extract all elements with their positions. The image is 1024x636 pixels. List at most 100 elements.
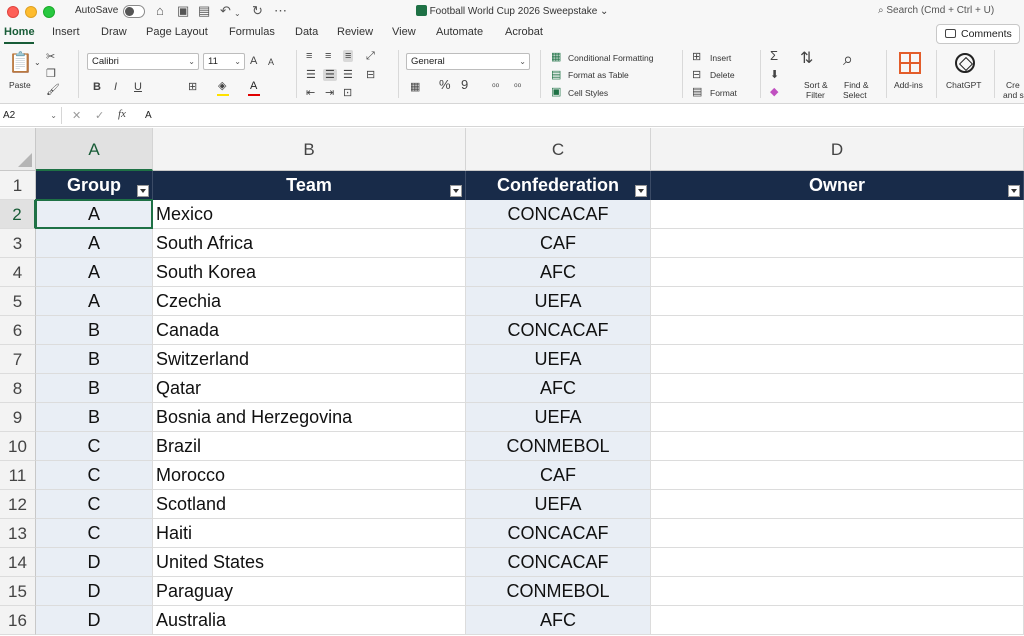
row-header-8[interactable]: 8 [0,374,36,403]
group-cell[interactable]: C [36,461,153,490]
find-select-icon[interactable]: ⌕ [843,49,853,69]
column-header-d[interactable]: D [651,128,1024,171]
row-header-11[interactable]: 11 [0,461,36,490]
team-cell[interactable]: Switzerland [153,345,466,374]
bold-button[interactable]: B [93,81,101,93]
group-cell[interactable]: A [36,258,153,287]
owner-cell[interactable] [651,374,1024,403]
column-header-c[interactable]: C [466,128,651,171]
clear-icon[interactable]: ◆ [770,86,778,98]
group-cell[interactable]: A [36,229,153,258]
group-cell[interactable]: D [36,577,153,606]
tab-insert[interactable]: Insert [52,26,80,38]
align-bottom-icon[interactable]: ≡ [343,50,354,62]
insert-function-icon[interactable]: fx [118,108,126,120]
paste-dropdown-icon[interactable]: ⌄ [34,57,41,69]
tab-acrobat[interactable]: Acrobat [505,26,543,38]
confederation-cell[interactable]: UEFA [466,403,651,432]
row-header-4[interactable]: 4 [0,258,36,287]
conditional-formatting-icon[interactable]: ▦ [551,51,561,63]
comments-button[interactable]: Comments [936,24,1020,44]
tab-data[interactable]: Data [295,26,318,38]
owner-cell[interactable] [651,200,1024,229]
create-label-2[interactable]: and s [1003,90,1024,100]
spreadsheet-grid[interactable]: A B C D 1 Group Team Confederation Owner 2 A Mexico… [0,128,1024,636]
row-header-9[interactable]: 9 [0,403,36,432]
chatgpt-label[interactable]: ChatGPT [946,80,981,90]
confederation-cell[interactable]: UEFA [466,345,651,374]
font-size-select[interactable]: 11 ⌄ [203,53,245,70]
team-cell[interactable]: Morocco [153,461,466,490]
align-left-icon[interactable]: ☰ [306,69,316,81]
group-cell[interactable]: C [36,432,153,461]
team-cell[interactable]: South Africa [153,229,466,258]
confederation-cell[interactable]: AFC [466,374,651,403]
filter-dropdown-icon[interactable] [450,185,462,197]
row-header-13[interactable]: 13 [0,519,36,548]
team-cell[interactable]: Australia [153,606,466,635]
team-cell[interactable]: South Korea [153,258,466,287]
fill-icon[interactable]: ⬇ [770,69,779,81]
team-cell[interactable]: United States [153,548,466,577]
format-cells-icon[interactable]: ▤ [692,86,702,98]
team-cell[interactable]: Brazil [153,432,466,461]
tab-page-layout[interactable]: Page Layout [146,26,208,38]
team-cell[interactable]: Haiti [153,519,466,548]
owner-cell[interactable] [651,229,1024,258]
format-cells-button[interactable]: Format [710,88,737,98]
tab-draw[interactable]: Draw [101,26,127,38]
row-header-1[interactable]: 1 [0,171,36,200]
row-header-2[interactable]: 2 [0,200,36,229]
tab-home[interactable]: Home [4,26,35,38]
find-select-label-2[interactable]: Select [843,90,867,100]
group-cell[interactable]: A [36,287,153,316]
group-cell[interactable]: B [36,374,153,403]
row-header-10[interactable]: 10 [0,432,36,461]
number-format-select[interactable]: General ⌄ [406,53,530,70]
table-header-confederation[interactable]: Confederation [466,171,651,200]
delete-cells-icon[interactable]: ⊟ [692,69,701,81]
filter-dropdown-icon[interactable] [137,185,149,197]
decrease-decimal-icon[interactable]: ⁰⁰ [514,81,521,93]
row-header-14[interactable]: 14 [0,548,36,577]
column-header-b[interactable]: B [153,128,466,171]
table-header-team[interactable]: Team [153,171,466,200]
sort-filter-label-2[interactable]: Filter [806,90,825,100]
confederation-cell[interactable]: CONCACAF [466,548,651,577]
owner-cell[interactable] [651,548,1024,577]
italic-button[interactable]: I [114,81,117,93]
tab-view[interactable]: View [392,26,416,38]
autosum-icon[interactable]: Σ [770,49,778,62]
row-header-6[interactable]: 6 [0,316,36,345]
tab-review[interactable]: Review [337,26,373,38]
filter-dropdown-icon[interactable] [1008,185,1020,197]
group-cell[interactable]: B [36,316,153,345]
group-cell[interactable]: A [36,200,153,229]
owner-cell[interactable] [651,519,1024,548]
copy-icon[interactable]: ❐ [46,68,56,80]
select-all-button[interactable] [0,128,36,171]
row-header-15[interactable]: 15 [0,577,36,606]
fill-color-icon[interactable]: ◈ [218,80,226,92]
cut-icon[interactable]: ✂ [46,51,55,63]
owner-cell[interactable] [651,287,1024,316]
owner-cell[interactable] [651,606,1024,635]
owner-cell[interactable] [651,345,1024,374]
align-right-icon[interactable]: ☰ [343,69,353,81]
group-cell[interactable]: D [36,548,153,577]
sort-filter-icon[interactable]: ⇅ [800,50,813,68]
paste-icon[interactable]: 📋 [8,52,33,74]
team-cell[interactable]: Mexico [153,200,466,229]
team-cell[interactable]: Canada [153,316,466,345]
row-header-16[interactable]: 16 [0,606,36,635]
increase-decimal-icon[interactable]: ⁰⁰ [492,81,499,93]
owner-cell[interactable] [651,258,1024,287]
percent-style-button[interactable]: % [439,78,451,91]
conditional-formatting-button[interactable]: Conditional Formatting [568,53,654,63]
increase-indent-icon[interactable]: ⇥ [325,87,334,99]
formula-input[interactable]: A [145,110,152,121]
merge-center-icon[interactable]: ⊡ [343,87,352,99]
cell-styles-button[interactable]: Cell Styles [568,88,608,98]
cancel-icon[interactable]: ✕ [72,109,81,122]
confederation-cell[interactable]: CONMEBOL [466,577,651,606]
